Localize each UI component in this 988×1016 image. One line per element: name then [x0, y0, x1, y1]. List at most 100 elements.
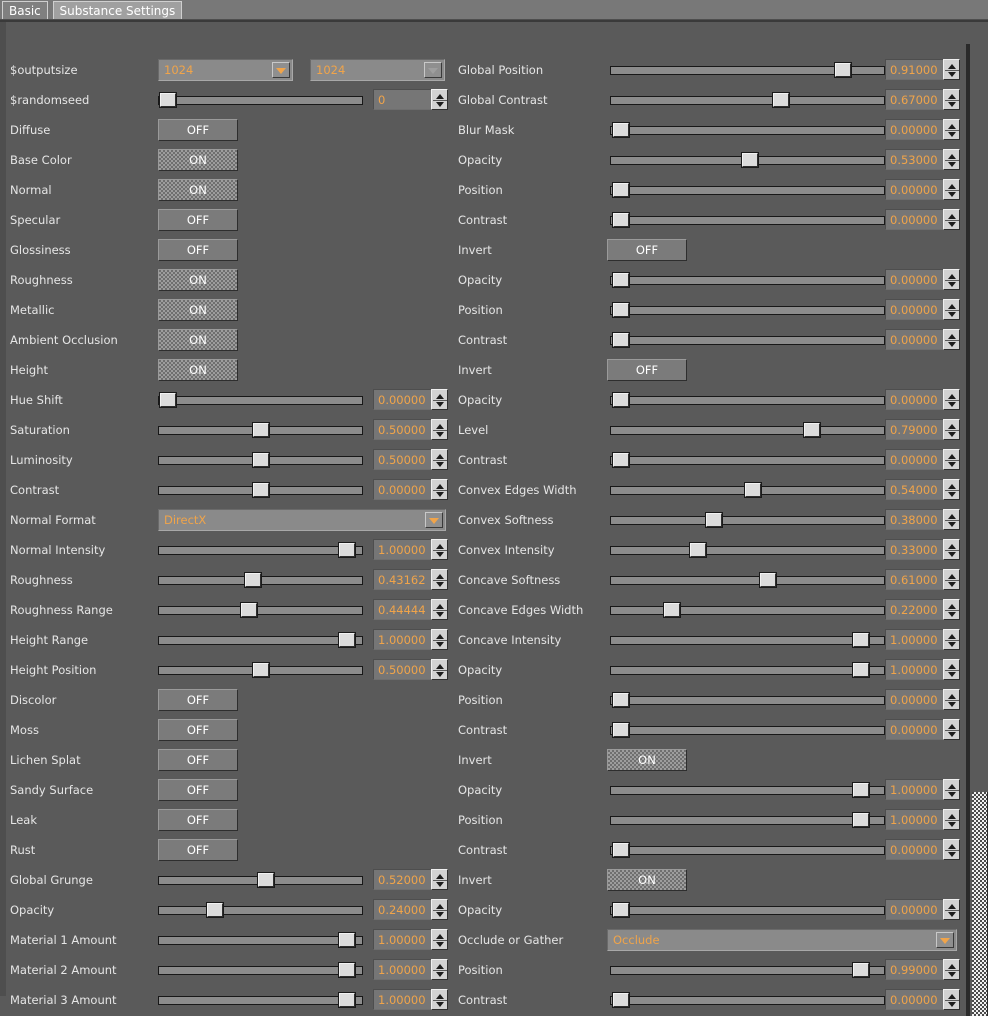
spinbox-value[interactable]: 0.53000 — [885, 149, 943, 170]
occlude-or-gather-dropdown[interactable]: Occlude — [607, 929, 957, 951]
stepper-up-icon[interactable] — [948, 64, 956, 69]
spinbox-value[interactable]: 0.00000 — [885, 719, 943, 740]
slider-thumb[interactable] — [613, 303, 629, 317]
stepper-down-icon[interactable] — [948, 492, 956, 497]
opacity-slider[interactable] — [610, 393, 885, 407]
spinbox-stepper[interactable] — [943, 149, 960, 170]
stepper-up-icon[interactable] — [948, 94, 956, 99]
opacity-spinbox[interactable]: 1.00000 — [885, 779, 960, 800]
stepper-up-icon[interactable] — [948, 454, 956, 459]
slider-thumb[interactable] — [613, 843, 629, 857]
stepper-up-icon[interactable] — [948, 424, 956, 429]
stepper-down-icon[interactable] — [948, 672, 956, 677]
slider-thumb[interactable] — [613, 993, 629, 1007]
contrast-slider[interactable] — [610, 333, 885, 347]
stepper-up-icon[interactable] — [948, 694, 956, 699]
global-position-slider[interactable] — [610, 63, 885, 77]
stepper-up-icon[interactable] — [948, 964, 956, 969]
contrast-spinbox[interactable]: 0.00000 — [885, 449, 960, 470]
stepper-down-icon[interactable] — [948, 642, 956, 647]
opacity-spinbox[interactable]: 0.53000 — [885, 149, 960, 170]
slider-thumb[interactable] — [613, 693, 629, 707]
spinbox-value[interactable]: 0.91000 — [885, 59, 943, 80]
spinbox-value[interactable]: 0.61000 — [885, 569, 943, 590]
spinbox-stepper[interactable] — [943, 989, 960, 1010]
stepper-up-icon[interactable] — [948, 514, 956, 519]
slider-thumb[interactable] — [613, 123, 629, 137]
contrast-spinbox[interactable]: 0.00000 — [885, 839, 960, 860]
contrast-spinbox[interactable]: 0.00000 — [885, 989, 960, 1010]
concave-edges-width-slider[interactable] — [610, 603, 885, 617]
spinbox-value[interactable]: 1.00000 — [885, 809, 943, 830]
spinbox-stepper[interactable] — [943, 539, 960, 560]
spinbox-stepper[interactable] — [943, 269, 960, 290]
spinbox-value[interactable]: 0.00000 — [885, 179, 943, 200]
tab-substance-settings[interactable]: Substance Settings — [53, 1, 183, 19]
convex-intensity-slider[interactable] — [610, 543, 885, 557]
stepper-down-icon[interactable] — [948, 312, 956, 317]
spinbox-value[interactable]: 0.00000 — [885, 299, 943, 320]
stepper-up-icon[interactable] — [948, 994, 956, 999]
spinbox-stepper[interactable] — [943, 329, 960, 350]
position-slider[interactable] — [610, 963, 885, 977]
spinbox-stepper[interactable] — [943, 389, 960, 410]
stepper-up-icon[interactable] — [948, 394, 956, 399]
stepper-up-icon[interactable] — [948, 124, 956, 129]
spinbox-stepper[interactable] — [943, 299, 960, 320]
invert-toggle[interactable]: ON — [607, 869, 687, 891]
slider-thumb[interactable] — [690, 543, 706, 557]
spinbox-stepper[interactable] — [943, 809, 960, 830]
concave-intensity-slider[interactable] — [610, 633, 885, 647]
spinbox-value[interactable]: 0.00000 — [885, 269, 943, 290]
slider-thumb[interactable] — [613, 903, 629, 917]
stepper-down-icon[interactable] — [948, 462, 956, 467]
invert-toggle[interactable]: ON — [607, 749, 687, 771]
position-spinbox[interactable]: 0.00000 — [885, 179, 960, 200]
slider-thumb[interactable] — [853, 663, 869, 677]
position-slider[interactable] — [610, 693, 885, 707]
slider-thumb[interactable] — [760, 573, 776, 587]
global-position-spinbox[interactable]: 0.91000 — [885, 59, 960, 80]
stepper-up-icon[interactable] — [948, 484, 956, 489]
position-spinbox[interactable]: 0.00000 — [885, 299, 960, 320]
opacity-slider[interactable] — [610, 903, 885, 917]
spinbox-value[interactable]: 0.00000 — [885, 839, 943, 860]
spinbox-stepper[interactable] — [943, 899, 960, 920]
stepper-up-icon[interactable] — [948, 544, 956, 549]
slider-thumb[interactable] — [835, 63, 851, 77]
contrast-spinbox[interactable]: 0.00000 — [885, 329, 960, 350]
stepper-down-icon[interactable] — [948, 282, 956, 287]
stepper-up-icon[interactable] — [948, 784, 956, 789]
spinbox-stepper[interactable] — [943, 959, 960, 980]
contrast-spinbox[interactable]: 0.00000 — [885, 209, 960, 230]
convex-edges-width-spinbox[interactable]: 0.54000 — [885, 479, 960, 500]
stepper-down-icon[interactable] — [948, 102, 956, 107]
convex-intensity-spinbox[interactable]: 0.33000 — [885, 539, 960, 560]
contrast-slider[interactable] — [610, 723, 885, 737]
spinbox-stepper[interactable] — [943, 119, 960, 140]
slider-thumb[interactable] — [853, 783, 869, 797]
stepper-up-icon[interactable] — [948, 844, 956, 849]
spinbox-value[interactable]: 0.38000 — [885, 509, 943, 530]
stepper-down-icon[interactable] — [948, 1002, 956, 1007]
spinbox-value[interactable]: 0.33000 — [885, 539, 943, 560]
stepper-up-icon[interactable] — [948, 334, 956, 339]
convex-edges-width-slider[interactable] — [610, 483, 885, 497]
invert-toggle[interactable]: OFF — [607, 359, 687, 381]
opacity-slider[interactable] — [610, 783, 885, 797]
position-spinbox[interactable]: 0.00000 — [885, 689, 960, 710]
spinbox-value[interactable]: 0.00000 — [885, 329, 943, 350]
opacity-spinbox[interactable]: 0.00000 — [885, 899, 960, 920]
slider-thumb[interactable] — [706, 513, 722, 527]
position-slider[interactable] — [610, 303, 885, 317]
spinbox-value[interactable]: 0.00000 — [885, 689, 943, 710]
stepper-down-icon[interactable] — [948, 402, 956, 407]
stepper-down-icon[interactable] — [948, 702, 956, 707]
spinbox-stepper[interactable] — [943, 179, 960, 200]
chevron-down-icon[interactable] — [936, 932, 954, 948]
spinbox-value[interactable]: 0.00000 — [885, 119, 943, 140]
blur-mask-slider[interactable] — [610, 123, 885, 137]
blur-mask-spinbox[interactable]: 0.00000 — [885, 119, 960, 140]
stepper-up-icon[interactable] — [948, 574, 956, 579]
stepper-down-icon[interactable] — [948, 552, 956, 557]
